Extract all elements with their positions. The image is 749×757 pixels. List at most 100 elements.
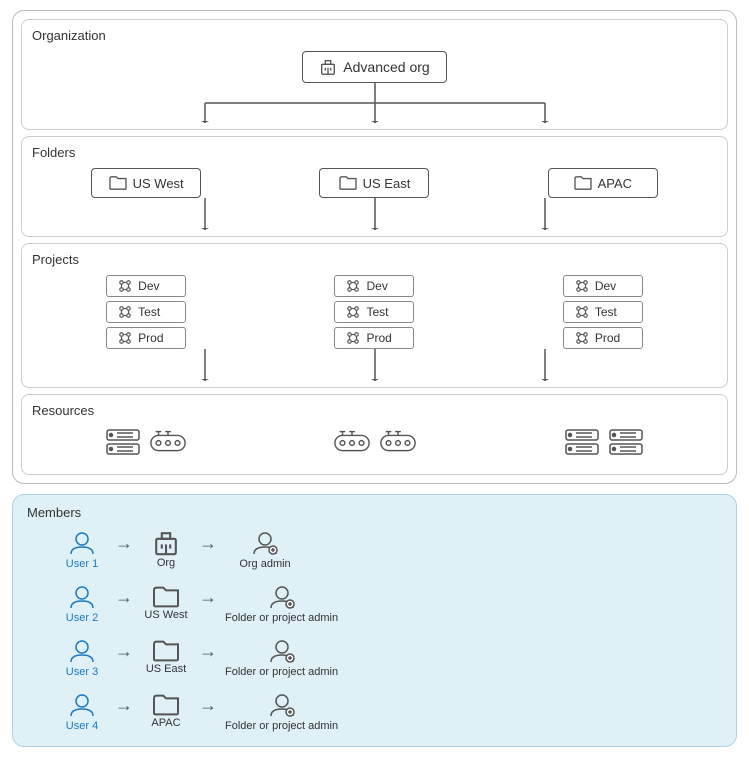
- project-icon: [574, 331, 590, 345]
- admin-icon-2: [267, 582, 297, 612]
- arrow-4a: →: [115, 695, 133, 716]
- proj-a-prod: Prod: [595, 331, 620, 345]
- project-icon: [574, 305, 590, 319]
- project-apac-test: Test: [563, 301, 643, 323]
- role1-label: Org admin: [239, 558, 290, 570]
- proj-w-test: Test: [138, 305, 160, 319]
- project-group-west: Dev Test: [106, 275, 186, 349]
- folder-icon-member2: [152, 585, 180, 609]
- role4-label: Folder or project admin: [225, 720, 338, 732]
- user2-label: User 2: [66, 612, 98, 624]
- folder-icon-east: [339, 175, 357, 191]
- project-icon: [345, 305, 361, 319]
- hierarchy-block: Organization Advanced org: [12, 10, 737, 484]
- useast-member-label: US East: [146, 663, 186, 675]
- projects-to-resources-connectors: [75, 349, 675, 381]
- resource-group-west: [105, 428, 187, 458]
- member-item-role1: Org admin: [225, 528, 305, 570]
- member-row-2: User 2 → US West → Folder or project adm…: [27, 582, 722, 624]
- resources-section: Resources: [21, 394, 728, 475]
- folder-east-label: US East: [363, 176, 411, 191]
- org-section-label: Organization: [32, 28, 717, 43]
- server-icon-west: [105, 428, 141, 458]
- member-row-1: User 1 → Org →: [27, 528, 722, 570]
- router-icon-west: [149, 429, 187, 457]
- server-icon-apac2: [608, 428, 644, 458]
- member-item-useast: US East: [141, 639, 191, 675]
- admin-icon-4: [267, 690, 297, 720]
- projects-row: Dev Test: [32, 275, 717, 349]
- admin-icon-3: [267, 636, 297, 666]
- org-icon: [319, 58, 337, 76]
- project-group-east: Dev Test: [334, 275, 414, 349]
- resource-group-apac: [564, 428, 644, 458]
- arrow-4b: →: [199, 695, 217, 716]
- proj-a-dev: Dev: [595, 279, 616, 293]
- project-west-dev: Dev: [106, 275, 186, 297]
- folder-icon-west: [109, 175, 127, 191]
- member-row-4: User 4 → APAC → Folder or project admin: [27, 690, 722, 732]
- user-icon-4: [67, 690, 97, 720]
- arrow-1a: →: [115, 533, 133, 554]
- arrow-3a: →: [115, 641, 133, 662]
- arrow-2b: →: [199, 587, 217, 608]
- uswest-member-label: US West: [144, 609, 187, 621]
- proj-a-test: Test: [595, 305, 617, 319]
- org-row: Advanced org: [32, 51, 717, 83]
- server-icon-apac1: [564, 428, 600, 458]
- project-west-test: Test: [106, 301, 186, 323]
- folder-icon-apac: [574, 175, 592, 191]
- proj-w-dev: Dev: [138, 279, 159, 293]
- admin-icon-1: [250, 528, 280, 558]
- apac-member-label: APAC: [151, 717, 180, 729]
- member-item-apac: APAC: [141, 693, 191, 729]
- folder-icon-member3: [152, 639, 180, 663]
- org-member-label: Org: [157, 557, 175, 569]
- resources-label: Resources: [32, 403, 717, 418]
- project-icon: [117, 331, 133, 345]
- member-item-role3: Folder or project admin: [225, 636, 338, 678]
- project-icon: [345, 331, 361, 345]
- folder-us-west: US West: [91, 168, 201, 198]
- folders-to-projects-connectors: [75, 198, 675, 230]
- folder-apac-label: APAC: [598, 176, 632, 191]
- arrow-2a: →: [115, 587, 133, 608]
- project-group-apac: Dev Test: [563, 275, 643, 349]
- projects-label: Projects: [32, 252, 717, 267]
- member-item-user1: User 1: [57, 528, 107, 570]
- router-icon-east1: [333, 429, 371, 457]
- proj-e-prod: Prod: [366, 331, 391, 345]
- main-container: Organization Advanced org: [0, 0, 749, 757]
- role2-label: Folder or project admin: [225, 612, 338, 624]
- org-to-folders-connectors: [75, 83, 675, 123]
- member-item-role2: Folder or project admin: [225, 582, 338, 624]
- user-icon-2: [67, 582, 97, 612]
- user-icon-1: [67, 528, 97, 558]
- proj-e-test: Test: [366, 305, 388, 319]
- folders-section: Folders US West US East: [21, 136, 728, 237]
- projects-section: Projects Dev: [21, 243, 728, 388]
- arrow-1b: →: [199, 533, 217, 554]
- role3-label: Folder or project admin: [225, 666, 338, 678]
- members-label: Members: [27, 505, 722, 520]
- proj-e-dev: Dev: [366, 279, 387, 293]
- member-item-org: Org: [141, 529, 191, 569]
- folder-apac: APAC: [548, 168, 658, 198]
- project-east-dev: Dev: [334, 275, 414, 297]
- member-item-user2: User 2: [57, 582, 107, 624]
- member-item-role4: Folder or project admin: [225, 690, 338, 732]
- folders-label: Folders: [32, 145, 717, 160]
- project-apac-prod: Prod: [563, 327, 643, 349]
- project-apac-dev: Dev: [563, 275, 643, 297]
- member-item-user3: User 3: [57, 636, 107, 678]
- arrow-3b: →: [199, 641, 217, 662]
- resources-row: [32, 428, 717, 458]
- resource-group-east: [333, 429, 417, 457]
- project-icon: [574, 279, 590, 293]
- user4-label: User 4: [66, 720, 98, 732]
- folder-us-east: US East: [319, 168, 429, 198]
- user3-label: User 3: [66, 666, 98, 678]
- folder-west-label: US West: [133, 176, 184, 191]
- router-icon-east2: [379, 429, 417, 457]
- org-name: Advanced org: [343, 59, 429, 75]
